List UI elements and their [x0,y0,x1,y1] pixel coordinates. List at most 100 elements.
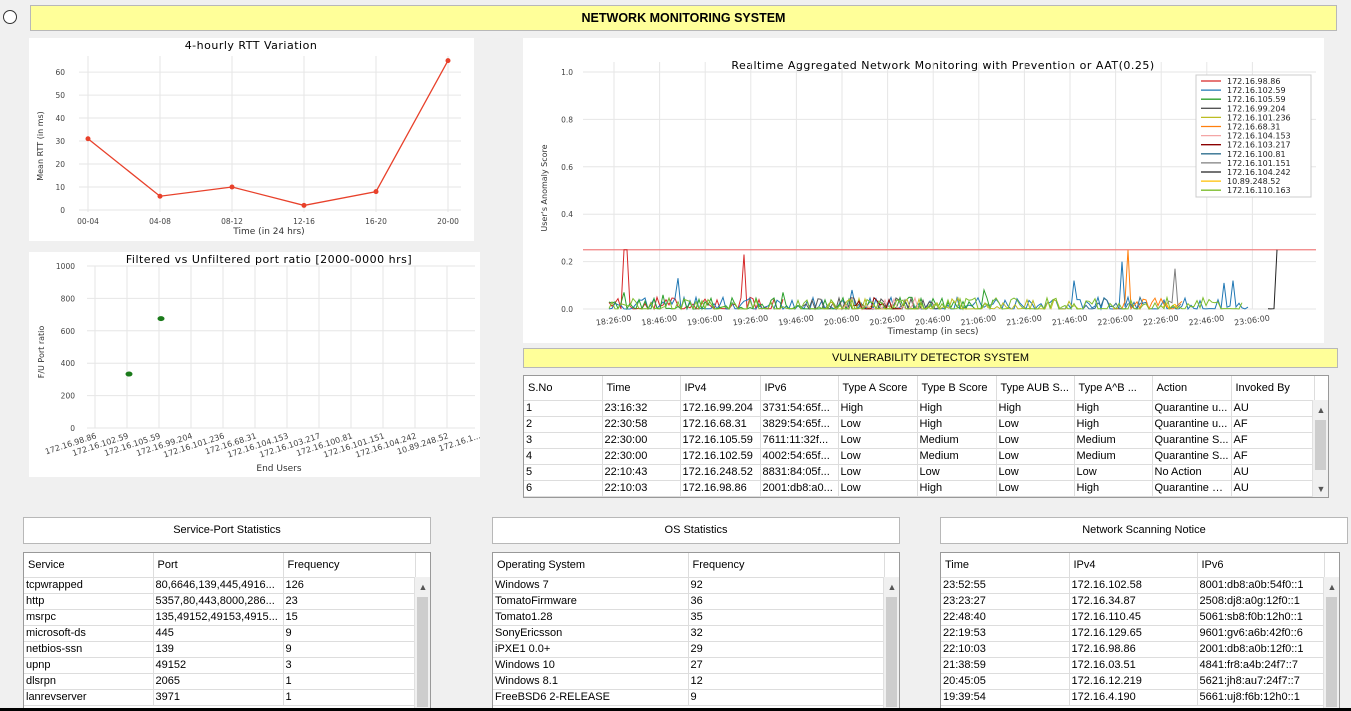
table-row[interactable]: 1 23:16:32 172.16.99.204 3731:54:65f... High… [524,400,1315,417]
service-port-column-header[interactable]: Port [153,553,284,578]
table-cell: 1 [283,673,416,690]
x-tick-label: 19:26:00 [732,314,769,328]
table-row[interactable]: 19:39:54 172.16.4.190 5661:uj8:f6b:12h0::1 [941,689,1325,706]
table-row[interactable]: Windows 10 27 [493,657,885,674]
table-row[interactable]: Windows 8.1 12 [493,673,885,690]
service-port-scrollbar[interactable]: ▲ [414,577,430,710]
os-statistics-scrollbar[interactable]: ▲ [883,577,899,710]
scanning-notice-column-header[interactable]: IPv6 [1197,553,1325,578]
scroll-thumb[interactable] [886,597,897,707]
table-row[interactable]: 22:10:03 172.16.98.86 2001:db8:a0b:12f0::1 [941,641,1325,658]
scanning-notice-table[interactable]: Time IPv4 IPv6 23:52:55 172.16.102.58 8001:d… [940,552,1340,711]
y-tick-label: 40 [55,114,65,123]
legend-entry: 172.16.102.59 [1227,86,1286,95]
table-cell: 92 [688,577,885,594]
table-row[interactable]: 4 22:30:00 172.16.102.59 4002:54:65f... Low M… [524,448,1315,465]
table-row[interactable]: 22:48:40 172.16.110.45 5061:sb8:f0b:12h0::… [941,609,1325,626]
x-tick-label: 16-20 [365,217,387,226]
scroll-thumb[interactable] [1326,597,1337,707]
table-cell: Low [1074,464,1153,481]
radio-button[interactable] [3,10,17,24]
scroll-up-icon[interactable]: ▲ [1313,402,1328,418]
table-row[interactable]: tcpwrapped 80,6646,139,445,4916... 126 [24,577,416,594]
service-port-column-header[interactable]: Service [24,553,154,578]
vulnerability-column-header[interactable]: IPv4 [680,376,761,401]
table-row[interactable]: upnp 49152 3 [24,657,416,674]
table-cell: AF [1231,432,1315,449]
table-cell: 3829:54:65f... [760,416,839,433]
table-cell: 29 [688,641,885,658]
x-tick-label: 20:26:00 [869,314,906,328]
vulnerability-column-header[interactable]: Type A^B ... [1074,376,1153,401]
table-row[interactable]: Windows 7 92 [493,577,885,594]
table-cell: 22:10:43 [602,464,681,481]
vulnerability-column-header[interactable]: Invoked By [1231,376,1315,401]
scanning-notice-column-header[interactable]: IPv4 [1069,553,1198,578]
table-cell: upnp [24,657,154,674]
table-cell: 80,6646,139,445,4916... [153,577,284,594]
vulnerability-table[interactable]: S.No Time IPv4 IPv6 Type A Score Type B Score… [523,375,1329,498]
table-row[interactable]: Tomato1.28 35 [493,609,885,626]
table-row[interactable]: lanrevserver 3971 1 [24,689,416,706]
table-cell: dlsrpn [24,673,154,690]
table-row[interactable]: FreeBSD6 2-RELEASE 9 [493,689,885,706]
table-row[interactable]: 23:23:27 172.16.34.87 2508:dj8:a0g:12f0::1 [941,593,1325,610]
table-row[interactable]: 2 22:30:58 172.16.68.31 3829:54:65f... Low Hi… [524,416,1315,433]
table-cell: 49152 [153,657,284,674]
vulnerability-column-header[interactable]: Time [602,376,681,401]
y-tick-label: 400 [61,359,76,368]
scroll-up-icon[interactable]: ▲ [884,579,899,595]
table-row[interactable]: iPXE1 0.0+ 29 [493,641,885,658]
rtt-series-line [87,60,449,207]
os-statistics-table[interactable]: Operating System Frequency Windows 7 92 Tom… [492,552,900,711]
table-row[interactable]: TomatoFirmware 36 [493,593,885,610]
table-row[interactable]: msrpc 135,49152,49153,4915... 15 [24,609,416,626]
table-row[interactable]: 20:45:05 172.16.12.219 5621:jh8:au7:24f7::… [941,673,1325,690]
table-row[interactable]: microsoft-ds 445 9 [24,625,416,642]
scanning-notice-column-header[interactable]: Time [941,553,1070,578]
scroll-down-icon[interactable]: ▼ [1313,481,1328,497]
table-cell: 27 [688,657,885,674]
legend-entry: 172.16.99.204 [1227,104,1286,113]
table-cell: 6 [524,480,603,497]
vulnerability-column-header[interactable]: Type AUB S... [996,376,1075,401]
rtt-data-point [85,136,91,142]
table-row[interactable]: 5 22:10:43 172.16.248.52 8831:84:05f... Low L… [524,464,1315,481]
table-row[interactable]: netbios-ssn 139 9 [24,641,416,658]
scroll-thumb[interactable] [417,597,428,707]
table-row[interactable]: dlsrpn 2065 1 [24,673,416,690]
os-statistics-column-header[interactable]: Operating System [493,553,689,578]
table-cell: AF [1231,448,1315,465]
vulnerability-column-header[interactable]: IPv6 [760,376,839,401]
table-cell: Tomato1.28 [493,609,689,626]
scatter-point [125,371,133,377]
scroll-up-icon[interactable]: ▲ [415,579,430,595]
scroll-up-icon[interactable]: ▲ [1324,579,1339,595]
table-row[interactable]: http 5357,80,443,8000,286... 23 [24,593,416,610]
vulnerability-column-header[interactable]: Type A Score [838,376,918,401]
table-cell: 22:30:58 [602,416,681,433]
os-statistics-column-header[interactable]: Frequency [688,553,885,578]
table-row[interactable]: 22:19:53 172.16.129.65 9601:gv6:a6b:42f0::… [941,625,1325,642]
legend-entry: 172.16.101.236 [1227,113,1291,122]
table-cell: AU [1231,480,1315,497]
vulnerability-column-header[interactable]: Action [1152,376,1232,401]
service-port-table[interactable]: Service Port Frequency tcpwrapped 80,6646,1… [23,552,431,711]
vulnerability-column-header[interactable]: S.No [524,376,603,401]
table-cell: 172.16.12.219 [1069,673,1198,690]
table-cell: 22:10:03 [941,641,1070,658]
table-row[interactable]: 21:38:59 172.16.03.51 4841:fr8:a4b:24f7::7 [941,657,1325,674]
scroll-thumb[interactable] [1315,420,1326,470]
table-row[interactable]: 23:52:55 172.16.102.58 8001:db8:a0b:54f0::… [941,577,1325,594]
table-cell: 22:19:53 [941,625,1070,642]
service-port-column-header[interactable]: Frequency [283,553,416,578]
vulnerability-column-header[interactable]: Type B Score [917,376,997,401]
y-tick-label: 30 [55,137,65,146]
table-row[interactable]: 6 22:10:03 172.16.98.86 2001:db8:a0... Low Hi… [524,480,1315,497]
table-row[interactable]: 3 22:30:00 172.16.105.59 7611:11:32f... Low M… [524,432,1315,449]
scanning-notice-scrollbar[interactable]: ▲ [1323,577,1339,710]
vulnerability-scrollbar[interactable]: ▲ ▼ [1312,400,1328,497]
table-cell: 172.16.129.65 [1069,625,1198,642]
scatter-point [157,316,165,322]
table-row[interactable]: SonyEricsson 32 [493,625,885,642]
